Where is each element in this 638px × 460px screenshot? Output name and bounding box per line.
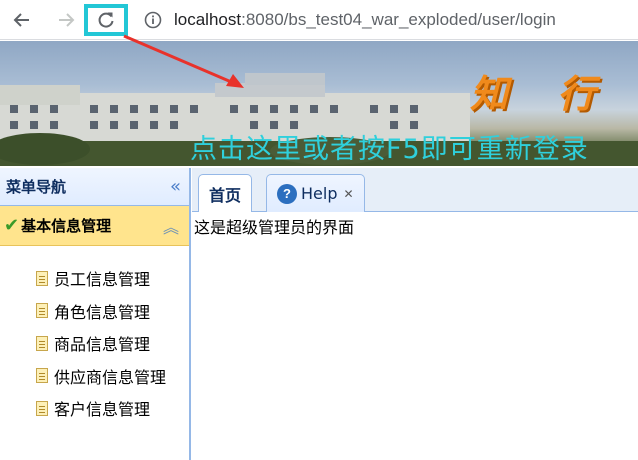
content-message: 这是超级管理员的界面 bbox=[194, 218, 355, 237]
nav-item-product[interactable]: 商品信息管理 bbox=[0, 327, 189, 360]
expand-up-icon[interactable]: ︽ bbox=[163, 214, 179, 238]
reload-button[interactable] bbox=[84, 4, 128, 36]
url-host: localhost bbox=[174, 10, 242, 29]
document-icon bbox=[36, 400, 48, 416]
nav-item-label: 员工信息管理 bbox=[54, 270, 151, 290]
nav-group-title: 基本信息管理 bbox=[21, 217, 112, 235]
document-icon bbox=[36, 335, 48, 351]
tab-help[interactable]: ? Help ✕ bbox=[266, 174, 365, 212]
nav-item-label: 客户信息管理 bbox=[54, 400, 151, 420]
address-bar[interactable]: localhost:8080/bs_test04_war_exploded/us… bbox=[142, 8, 556, 32]
relogin-hint[interactable]: 点击这里或者按F5即可重新登录 bbox=[190, 127, 589, 166]
tab-help-label: Help bbox=[301, 184, 338, 203]
tab-home-label: 首页 bbox=[209, 185, 242, 205]
nav-item-label: 角色信息管理 bbox=[54, 302, 151, 322]
forward-arrow-icon bbox=[59, 13, 75, 27]
banner[interactable]: 知 行 点击这里或者按F5即可重新登录 bbox=[0, 41, 638, 166]
checkmark-icon: ✔ bbox=[4, 215, 20, 236]
close-icon[interactable]: ✕ bbox=[343, 187, 353, 201]
browser-toolbar: localhost:8080/bs_test04_war_exploded/us… bbox=[0, 0, 638, 40]
nav-item-customer[interactable]: 客户信息管理 bbox=[0, 392, 189, 425]
nav-item-label: 商品信息管理 bbox=[54, 335, 151, 355]
nav-item-role[interactable]: 角色信息管理 bbox=[0, 295, 189, 328]
info-icon[interactable] bbox=[142, 9, 164, 31]
nav-group-header[interactable]: ✔ 基本信息管理 ︽ bbox=[0, 206, 189, 246]
nav-item-label: 供应商信息管理 bbox=[54, 367, 167, 387]
banner-brand: 知 行 bbox=[470, 71, 614, 116]
url-path: :8080/bs_test04_war_exploded/user/login bbox=[241, 10, 556, 29]
nav-panel-header: 菜单导航 « bbox=[0, 168, 189, 206]
collapse-icon[interactable]: « bbox=[170, 176, 181, 197]
nav-item-supplier[interactable]: 供应商信息管理 bbox=[0, 360, 189, 393]
forward-button[interactable] bbox=[52, 6, 80, 34]
document-icon bbox=[36, 270, 48, 286]
nav-item-employee[interactable]: 员工信息管理 bbox=[0, 262, 189, 295]
back-button[interactable] bbox=[8, 6, 36, 34]
help-icon: ? bbox=[277, 183, 297, 204]
nav-menu-list: 员工信息管理 角色信息管理 商品信息管理 供应商信息管理 客户信息管理 bbox=[0, 262, 189, 425]
main-content-area: 首页 ? Help ✕ 这是超级管理员的界面 bbox=[192, 168, 638, 460]
back-arrow-icon bbox=[13, 13, 29, 27]
tab-strip: 首页 ? Help ✕ bbox=[192, 168, 638, 212]
tab-home[interactable]: 首页 bbox=[198, 174, 253, 212]
reload-icon bbox=[98, 12, 114, 28]
document-icon bbox=[36, 303, 48, 319]
document-icon bbox=[36, 368, 48, 384]
nav-panel-title: 菜单导航 bbox=[6, 178, 67, 196]
left-nav-panel: 菜单导航 « ✔ 基本信息管理 ︽ 员工信息管理 角色信息管理 商品信息管理 供… bbox=[0, 168, 191, 460]
url-text: localhost:8080/bs_test04_war_exploded/us… bbox=[174, 10, 556, 30]
